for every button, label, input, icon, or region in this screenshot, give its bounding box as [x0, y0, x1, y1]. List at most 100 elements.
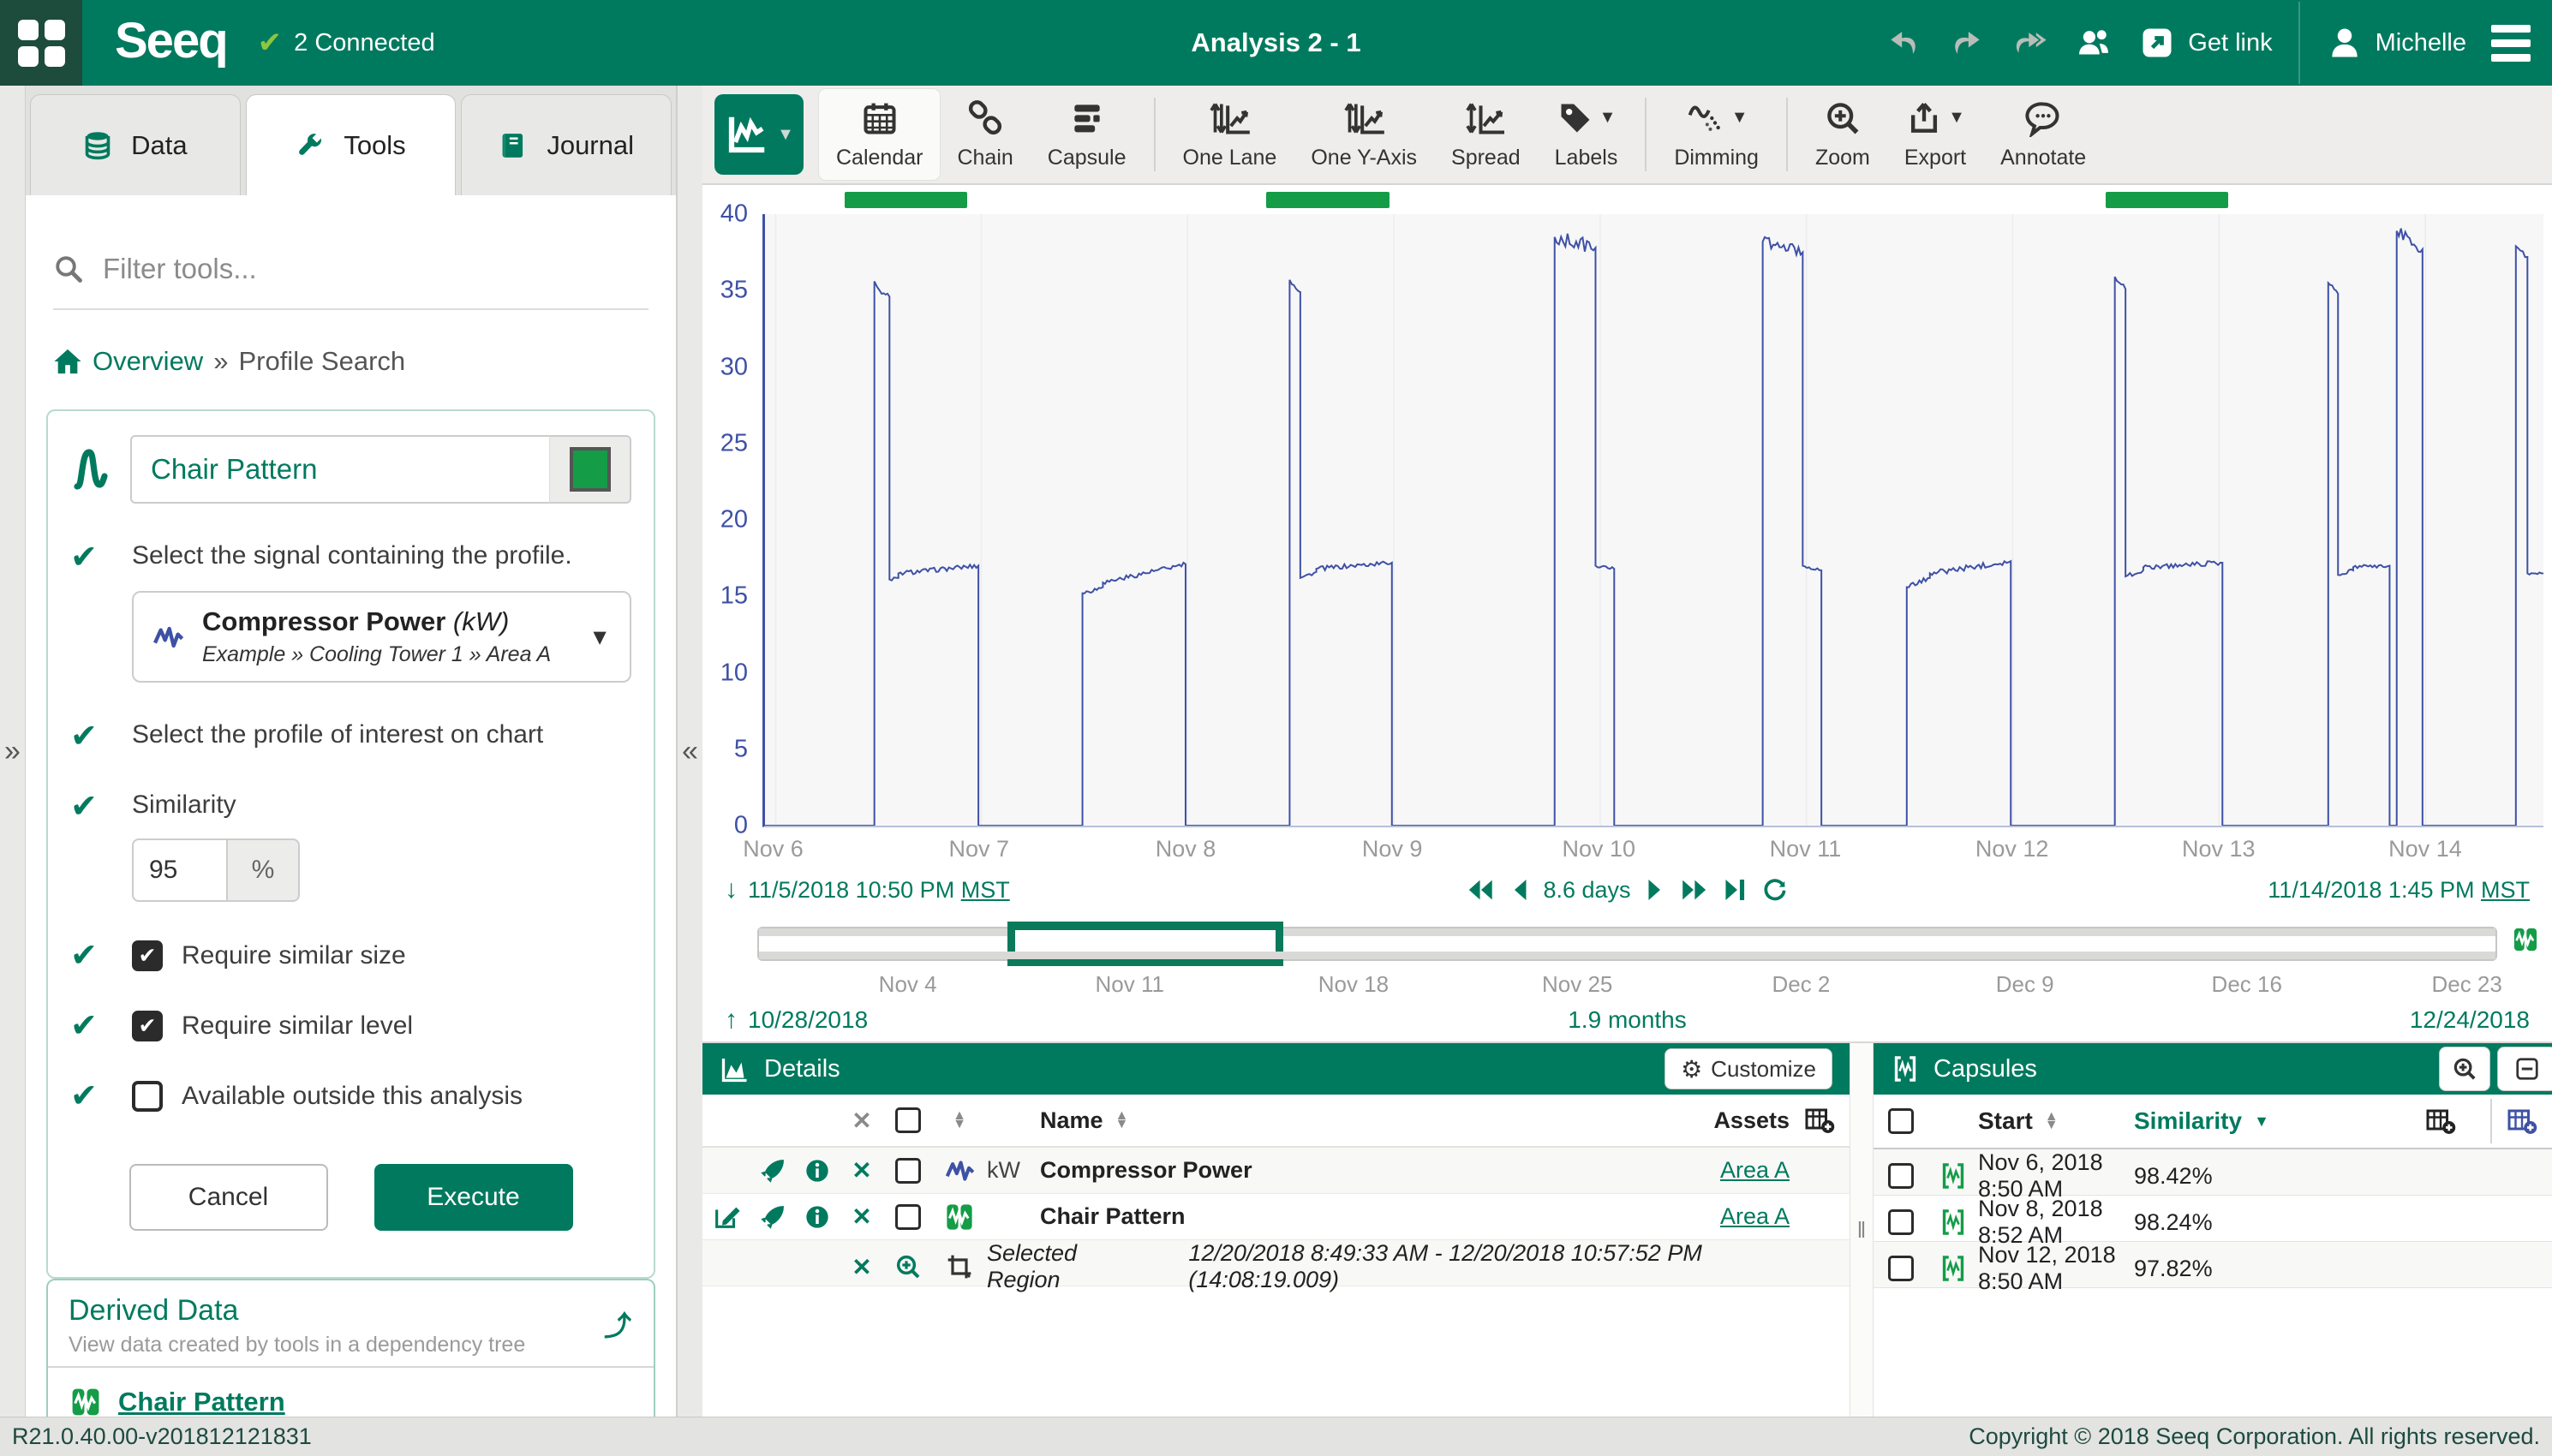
toolbar-dimming-button[interactable]: ▼ Dimming	[1657, 89, 1776, 180]
select-all-checkbox[interactable]	[884, 1107, 932, 1133]
assets-column-header[interactable]: Assets	[1575, 1107, 1790, 1134]
remove-icon[interactable]: ✕	[840, 1156, 884, 1184]
user-menu[interactable]: Michelle	[2326, 24, 2466, 62]
toolbar-one-lane-button[interactable]: One Lane	[1166, 89, 1294, 180]
toolbar-export-button[interactable]: ▼ Export	[1887, 89, 1983, 180]
collapse-tools-panel-handle[interactable]: «	[677, 86, 702, 1417]
breadcrumb-overview[interactable]: Overview	[93, 346, 203, 377]
option-checkbox-1[interactable]: ✔	[132, 1011, 163, 1041]
capsule-checkbox[interactable]	[1874, 1163, 1928, 1189]
cancel-button[interactable]: Cancel	[129, 1164, 328, 1231]
home-icon[interactable]	[53, 348, 82, 375]
timeline-capsule-icon[interactable]	[2511, 925, 2540, 954]
hamburger-menu-icon[interactable]	[2492, 24, 2530, 62]
display-range-end[interactable]: 11/14/2018 1:45 PM MST	[2268, 877, 2530, 904]
send-to-icon[interactable]	[750, 1157, 795, 1184]
investigate-timeline	[757, 927, 2497, 961]
add-column-icon[interactable]	[2391, 1106, 2490, 1137]
toolbar-capsule-button[interactable]: Capsule	[1031, 89, 1144, 180]
add-column-blue-icon[interactable]	[2492, 1106, 2552, 1137]
remove-all-icon[interactable]: ✕	[840, 1107, 884, 1135]
option-checkbox-2[interactable]	[132, 1081, 163, 1112]
share-forward-icon[interactable]	[2011, 24, 2049, 62]
derived-item-chair-pattern[interactable]: Chair Pattern	[118, 1387, 285, 1417]
tool-name-input[interactable]	[130, 435, 549, 504]
row-checkbox[interactable]	[884, 1158, 932, 1184]
timeline-tick-label: Nov 25	[1542, 971, 1612, 998]
remove-region-icon[interactable]: ✕	[840, 1253, 884, 1281]
similarity-input[interactable]	[132, 838, 228, 902]
step-forward-many-icon[interactable]	[1679, 877, 1708, 903]
y-tick-label: 5	[734, 735, 748, 763]
auto-update-icon[interactable]	[1761, 876, 1789, 904]
capsule-bar[interactable]	[2106, 192, 2228, 208]
users-icon[interactable]	[2075, 24, 2113, 62]
select-all-capsules-checkbox[interactable]	[1874, 1108, 1928, 1134]
capsule-bar[interactable]	[1266, 192, 1389, 208]
row-asset-link[interactable]: Area A	[1575, 1203, 1790, 1230]
name-column-header[interactable]: Name▲▼	[1040, 1107, 1575, 1134]
get-link-button[interactable]: Get link	[2138, 24, 2272, 62]
step-to-now-icon[interactable]	[1724, 877, 1746, 903]
row-name[interactable]: Compressor Power	[1040, 1157, 1575, 1184]
info-icon[interactable]	[795, 1157, 840, 1184]
display-range-start[interactable]: 11/5/2018 10:50 PM MST	[748, 877, 1010, 904]
zoom-to-region-icon[interactable]	[884, 1253, 932, 1280]
toolbar-calendar-button[interactable]: Calendar	[819, 89, 940, 180]
similarity-column-header[interactable]: Similarity▼	[2134, 1107, 2391, 1135]
undo-icon[interactable]	[1885, 24, 1922, 62]
investigate-range-end[interactable]: 12/24/2018	[2410, 1006, 2530, 1034]
color-picker[interactable]	[549, 435, 631, 504]
execute-button[interactable]: Execute	[374, 1164, 573, 1231]
sort-icon[interactable]: ▲▼	[932, 1112, 987, 1129]
capsule-checkbox[interactable]	[1874, 1256, 1928, 1281]
customize-button[interactable]: ⚙︎ Customize	[1664, 1048, 1832, 1089]
step-back-icon[interactable]	[1510, 877, 1527, 903]
redo-icon[interactable]	[1948, 24, 1986, 62]
toolbar-annotate-button[interactable]: Annotate	[1983, 89, 2103, 180]
app-grid-button[interactable]	[0, 0, 82, 86]
tab-data[interactable]: Data	[30, 94, 241, 195]
collapse-capsules-button[interactable]	[2497, 1047, 2552, 1091]
row-name[interactable]: Chair Pattern	[1040, 1203, 1575, 1230]
tab-journal-label: Journal	[547, 130, 634, 161]
trend-chart[interactable]: 0510152025303540	[762, 214, 2543, 827]
crop-region-icon[interactable]	[932, 1253, 987, 1280]
toolbar-spread-button[interactable]: Spread	[1434, 89, 1538, 180]
step-forward-icon[interactable]	[1647, 877, 1664, 903]
capsule-row[interactable]: Nov 8, 2018 8:52 AM 98.24%	[1874, 1196, 2552, 1242]
edit-icon[interactable]	[702, 1202, 750, 1232]
investigate-range-start[interactable]: 10/28/2018	[748, 1006, 868, 1034]
add-column-icon[interactable]	[1790, 1105, 1850, 1136]
send-to-icon[interactable]	[750, 1203, 795, 1231]
tab-journal[interactable]: Journal	[461, 94, 672, 195]
chart-type-button[interactable]: ▼	[714, 94, 804, 175]
zoom-to-capsule-button[interactable]	[2439, 1047, 2490, 1091]
capsule-row[interactable]: Nov 12, 2018 8:50 AM 97.82%	[1874, 1242, 2552, 1288]
toolbar-labels-button[interactable]: ▼ Labels	[1538, 89, 1635, 180]
capsule-row[interactable]: Nov 6, 2018 8:50 AM 98.42%	[1874, 1149, 2552, 1196]
toolbar-zoom-button[interactable]: Zoom	[1798, 89, 1887, 180]
panel-splitter-handle[interactable]: ‖	[1850, 1043, 1874, 1417]
collapse-chevron-icon[interactable]: ⤴︎	[604, 1304, 631, 1344]
info-icon[interactable]	[795, 1203, 840, 1231]
row-asset-link[interactable]: Area A	[1575, 1157, 1790, 1184]
capsule-bar[interactable]	[845, 192, 967, 208]
display-range-duration[interactable]: 8.6 days	[1543, 877, 1630, 904]
toolbar-chain-button[interactable]: Chain	[940, 89, 1030, 180]
option-checkbox-0[interactable]: ✔	[132, 940, 163, 971]
connection-status[interactable]: ✔ 2 Connected	[258, 26, 435, 60]
step-back-many-icon[interactable]	[1466, 877, 1495, 903]
expand-left-panel-handle[interactable]: »	[0, 86, 26, 1417]
row-checkbox[interactable]	[884, 1204, 932, 1230]
timeline-track[interactable]	[757, 927, 2497, 961]
remove-icon[interactable]: ✕	[840, 1202, 884, 1231]
start-column-header[interactable]: Start▲▼	[1978, 1107, 2134, 1135]
filter-tools-input[interactable]	[101, 252, 648, 286]
toolbar-one-y-axis-button[interactable]: One Y-Axis	[1294, 89, 1434, 180]
tab-tools[interactable]: Tools	[246, 94, 457, 195]
investigate-range-duration[interactable]: 1.9 months	[1568, 1006, 1687, 1034]
capsule-checkbox[interactable]	[1874, 1209, 1928, 1235]
signal-select[interactable]: Compressor Power (kW) Example » Cooling …	[132, 591, 631, 683]
timeline-selection-window[interactable]	[1009, 922, 1282, 966]
